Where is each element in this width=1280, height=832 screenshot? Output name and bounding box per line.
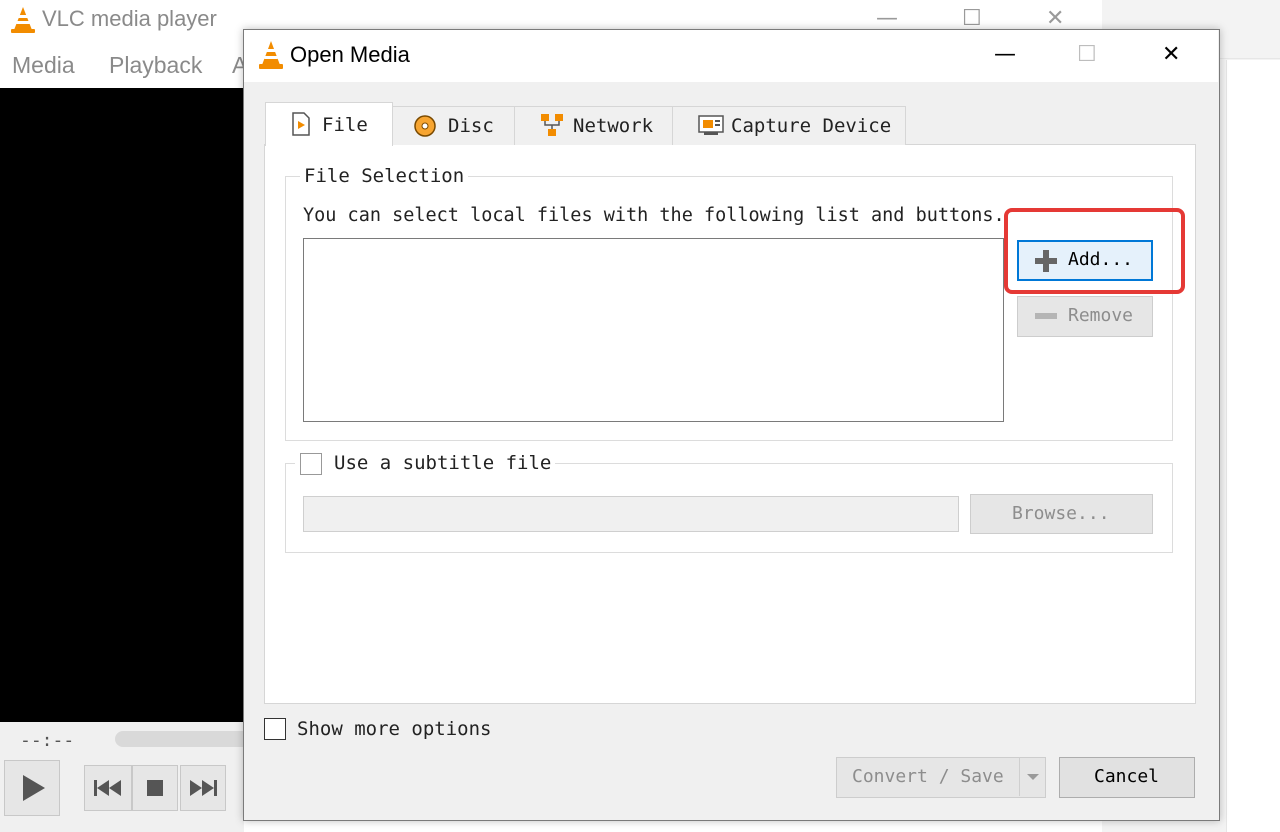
file-selection-hint: You can select local files with the foll… bbox=[303, 205, 1005, 226]
tab-file[interactable]: File bbox=[265, 102, 393, 146]
file-selection-legend: File Selection bbox=[300, 165, 469, 187]
subtitle-checkbox[interactable] bbox=[300, 453, 322, 475]
stop-icon bbox=[147, 780, 163, 796]
tab-disc-label: Disc bbox=[448, 115, 494, 137]
chevron-down-icon bbox=[1027, 774, 1039, 780]
remove-button-label: Remove bbox=[1068, 305, 1134, 326]
tab-file-label: File bbox=[322, 114, 368, 136]
time-display: --:-- bbox=[20, 730, 75, 751]
subtitle-path-field[interactable] bbox=[303, 496, 959, 532]
menu-media[interactable]: Media bbox=[12, 52, 75, 79]
file-play-icon bbox=[292, 112, 310, 136]
subtitle-path-input[interactable] bbox=[304, 497, 958, 531]
tab-network-label: Network bbox=[573, 115, 654, 137]
next-icon bbox=[190, 780, 217, 796]
next-button[interactable] bbox=[180, 765, 226, 811]
network-icon bbox=[541, 114, 563, 136]
browse-button[interactable]: Browse... bbox=[970, 494, 1153, 534]
tab-disc[interactable]: Disc bbox=[392, 106, 515, 145]
play-icon bbox=[23, 775, 45, 801]
seek-bar[interactable] bbox=[115, 731, 255, 747]
background-panel bbox=[1226, 60, 1280, 832]
previous-button[interactable] bbox=[84, 765, 132, 811]
show-more-options-checkbox[interactable] bbox=[264, 718, 286, 740]
tab-capture-device[interactable]: Capture Device bbox=[672, 106, 906, 145]
show-more-options-label[interactable]: Show more options bbox=[297, 718, 491, 740]
minus-icon bbox=[1035, 313, 1057, 319]
vlc-cone-icon bbox=[11, 7, 35, 33]
browse-button-label: Browse... bbox=[1012, 503, 1110, 524]
tab-capture-device-label: Capture Device bbox=[731, 115, 892, 137]
dialog-close-button[interactable]: ✕ bbox=[1162, 44, 1180, 66]
remove-button[interactable]: Remove bbox=[1017, 296, 1153, 337]
dialog-minimize-button[interactable]: — bbox=[994, 44, 1016, 66]
add-button-highlight bbox=[1004, 208, 1185, 294]
main-close-button[interactable]: ✕ bbox=[1046, 8, 1064, 30]
main-minimize-button[interactable]: — bbox=[876, 8, 898, 30]
main-maximize-button[interactable]: ☐ bbox=[962, 8, 982, 30]
dialog-title: Open Media bbox=[290, 42, 410, 67]
capture-device-icon bbox=[698, 115, 724, 135]
cancel-button[interactable]: Cancel bbox=[1059, 757, 1195, 798]
dialog-maximize-button: ☐ bbox=[1077, 42, 1097, 67]
convert-save-button[interactable]: Convert / Save bbox=[836, 757, 1046, 798]
video-area[interactable] bbox=[0, 88, 244, 722]
previous-icon bbox=[94, 780, 121, 796]
play-button[interactable] bbox=[4, 760, 60, 816]
dialog-vlc-cone-icon bbox=[259, 41, 283, 69]
disc-icon bbox=[414, 115, 436, 137]
convert-save-dropdown[interactable] bbox=[1019, 757, 1046, 796]
convert-save-button-label: Convert / Save bbox=[852, 766, 1004, 787]
tab-network[interactable]: Network bbox=[514, 106, 673, 145]
subtitle-checkbox-label[interactable]: Use a subtitle file bbox=[330, 452, 556, 474]
menu-playback[interactable]: Playback bbox=[109, 52, 202, 79]
main-window-title: VLC media player bbox=[42, 6, 217, 31]
file-list[interactable] bbox=[303, 238, 1004, 422]
cancel-button-label: Cancel bbox=[1094, 766, 1160, 787]
stop-button[interactable] bbox=[132, 765, 178, 811]
